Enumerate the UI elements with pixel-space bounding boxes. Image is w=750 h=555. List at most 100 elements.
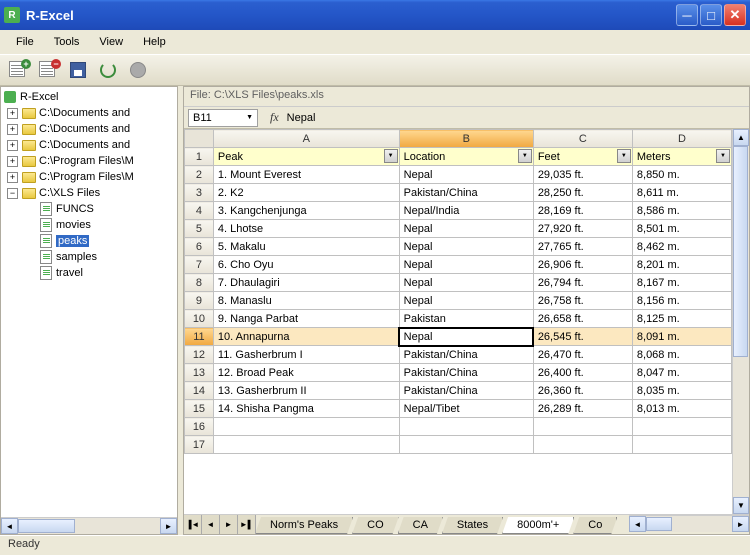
cell-grid[interactable]: A B C D 1Peak▼Location▼Feet▼Meters▼21. M… <box>184 129 732 514</box>
refresh-button[interactable] <box>96 58 120 82</box>
cell[interactable] <box>213 436 399 454</box>
cell[interactable]: Nepal <box>399 292 533 310</box>
cell[interactable]: 26,289 ft. <box>533 400 632 418</box>
cell[interactable]: 8,013 m. <box>632 400 731 418</box>
expand-icon[interactable]: + <box>7 172 18 183</box>
cell[interactable]: Nepal <box>399 256 533 274</box>
cell[interactable]: Nepal <box>399 166 533 184</box>
cell[interactable]: 8,501 m. <box>632 220 731 238</box>
row-header[interactable]: 4 <box>185 202 214 220</box>
row-header[interactable]: 8 <box>185 274 214 292</box>
cell[interactable] <box>399 436 533 454</box>
cell[interactable]: Pakistan/China <box>399 382 533 400</box>
cell[interactable] <box>533 418 632 436</box>
collapse-icon[interactable]: − <box>7 188 18 199</box>
cell[interactable] <box>213 418 399 436</box>
tree-file[interactable]: movies <box>3 217 175 233</box>
tabs-hscrollbar[interactable]: ◄ ► <box>629 515 749 532</box>
row-header[interactable]: 3 <box>185 184 214 202</box>
cell[interactable]: 28,250 ft. <box>533 184 632 202</box>
cell[interactable]: 26,794 ft. <box>533 274 632 292</box>
close-button[interactable]: ✕ <box>724 4 746 26</box>
column-header-b[interactable]: B <box>399 130 533 148</box>
cell[interactable]: 8,850 m. <box>632 166 731 184</box>
tab-nav-last[interactable]: ►▌ <box>238 515 256 534</box>
save-button[interactable] <box>66 58 90 82</box>
row-header[interactable]: 17 <box>185 436 214 454</box>
cell[interactable]: 3. Kangchenjunga <box>213 202 399 220</box>
record-button[interactable] <box>126 58 150 82</box>
cell[interactable]: 1. Mount Everest <box>213 166 399 184</box>
row-header[interactable]: 13 <box>185 364 214 382</box>
filter-dropdown-icon[interactable]: ▼ <box>716 149 730 163</box>
row-header[interactable]: 6 <box>185 238 214 256</box>
add-sheet-button[interactable]: + <box>6 58 30 82</box>
filter-dropdown-icon[interactable]: ▼ <box>518 149 532 163</box>
row-header[interactable]: 7 <box>185 256 214 274</box>
cell[interactable]: Pakistan/China <box>399 346 533 364</box>
remove-sheet-button[interactable]: − <box>36 58 60 82</box>
expand-icon[interactable]: + <box>7 156 18 167</box>
cell[interactable] <box>632 436 731 454</box>
cell[interactable]: Nepal <box>399 238 533 256</box>
sheet-tab[interactable]: CA <box>398 517 443 534</box>
cell[interactable]: 8,156 m. <box>632 292 731 310</box>
tab-nav-prev[interactable]: ◄ <box>202 515 220 534</box>
cell[interactable]: 8,167 m. <box>632 274 731 292</box>
formula-input[interactable] <box>283 109 745 127</box>
tree-file-selected[interactable]: peaks <box>3 233 175 249</box>
cell[interactable]: Nepal/Tibet <box>399 400 533 418</box>
filter-dropdown-icon[interactable]: ▼ <box>384 149 398 163</box>
row-header[interactable]: 5 <box>185 220 214 238</box>
row-header[interactable]: 14 <box>185 382 214 400</box>
tab-nav-first[interactable]: ▐◄ <box>184 515 202 534</box>
cell[interactable]: 8. Manaslu <box>213 292 399 310</box>
scroll-left-icon[interactable]: ◄ <box>1 518 18 534</box>
expand-icon[interactable]: + <box>7 140 18 151</box>
tree-folder-open[interactable]: −C:\XLS Files <box>3 185 175 201</box>
cell[interactable]: Location▼ <box>399 148 533 166</box>
expand-icon[interactable]: + <box>7 124 18 135</box>
cell[interactable]: 26,470 ft. <box>533 346 632 364</box>
sheet-tab[interactable]: CO <box>352 517 399 534</box>
cell[interactable]: 27,920 ft. <box>533 220 632 238</box>
cell[interactable]: Nepal <box>399 328 533 346</box>
fx-icon[interactable]: fx <box>270 110 279 125</box>
cell[interactable]: 26,758 ft. <box>533 292 632 310</box>
cell[interactable] <box>399 418 533 436</box>
menu-file[interactable]: File <box>8 33 42 51</box>
cell[interactable]: 8,091 m. <box>632 328 731 346</box>
column-header-a[interactable]: A <box>213 130 399 148</box>
cell[interactable]: 12. Broad Peak <box>213 364 399 382</box>
cell[interactable]: 26,906 ft. <box>533 256 632 274</box>
cell[interactable]: 2. K2 <box>213 184 399 202</box>
cell[interactable]: 26,360 ft. <box>533 382 632 400</box>
cell[interactable] <box>533 436 632 454</box>
menu-tools[interactable]: Tools <box>46 33 88 51</box>
cell[interactable]: Pakistan/China <box>399 184 533 202</box>
row-header[interactable]: 11 <box>185 328 214 346</box>
column-header-d[interactable]: D <box>632 130 731 148</box>
tree-hscrollbar[interactable]: ◄ ► <box>1 517 177 534</box>
grid-vscrollbar[interactable]: ▲ ▼ <box>732 129 749 514</box>
cell[interactable]: 28,169 ft. <box>533 202 632 220</box>
cell[interactable]: 8,611 m. <box>632 184 731 202</box>
row-header[interactable]: 15 <box>185 400 214 418</box>
cell[interactable]: Peak▼ <box>213 148 399 166</box>
cell[interactable]: 8,035 m. <box>632 382 731 400</box>
cell[interactable]: 4. Lhotse <box>213 220 399 238</box>
menu-help[interactable]: Help <box>135 33 174 51</box>
cell[interactable]: 11. Gasherbrum I <box>213 346 399 364</box>
expand-icon[interactable]: + <box>7 108 18 119</box>
tree-folder[interactable]: +C:\Program Files\M <box>3 153 175 169</box>
cell[interactable]: 27,765 ft. <box>533 238 632 256</box>
row-header[interactable]: 1 <box>185 148 214 166</box>
cell[interactable]: 26,545 ft. <box>533 328 632 346</box>
row-header[interactable]: 16 <box>185 418 214 436</box>
tab-nav-next[interactable]: ► <box>220 515 238 534</box>
column-header-c[interactable]: C <box>533 130 632 148</box>
cell[interactable]: 7. Dhaulagiri <box>213 274 399 292</box>
cell[interactable]: 8,068 m. <box>632 346 731 364</box>
menu-view[interactable]: View <box>91 33 131 51</box>
tree-folder[interactable]: +C:\Documents and <box>3 105 175 121</box>
